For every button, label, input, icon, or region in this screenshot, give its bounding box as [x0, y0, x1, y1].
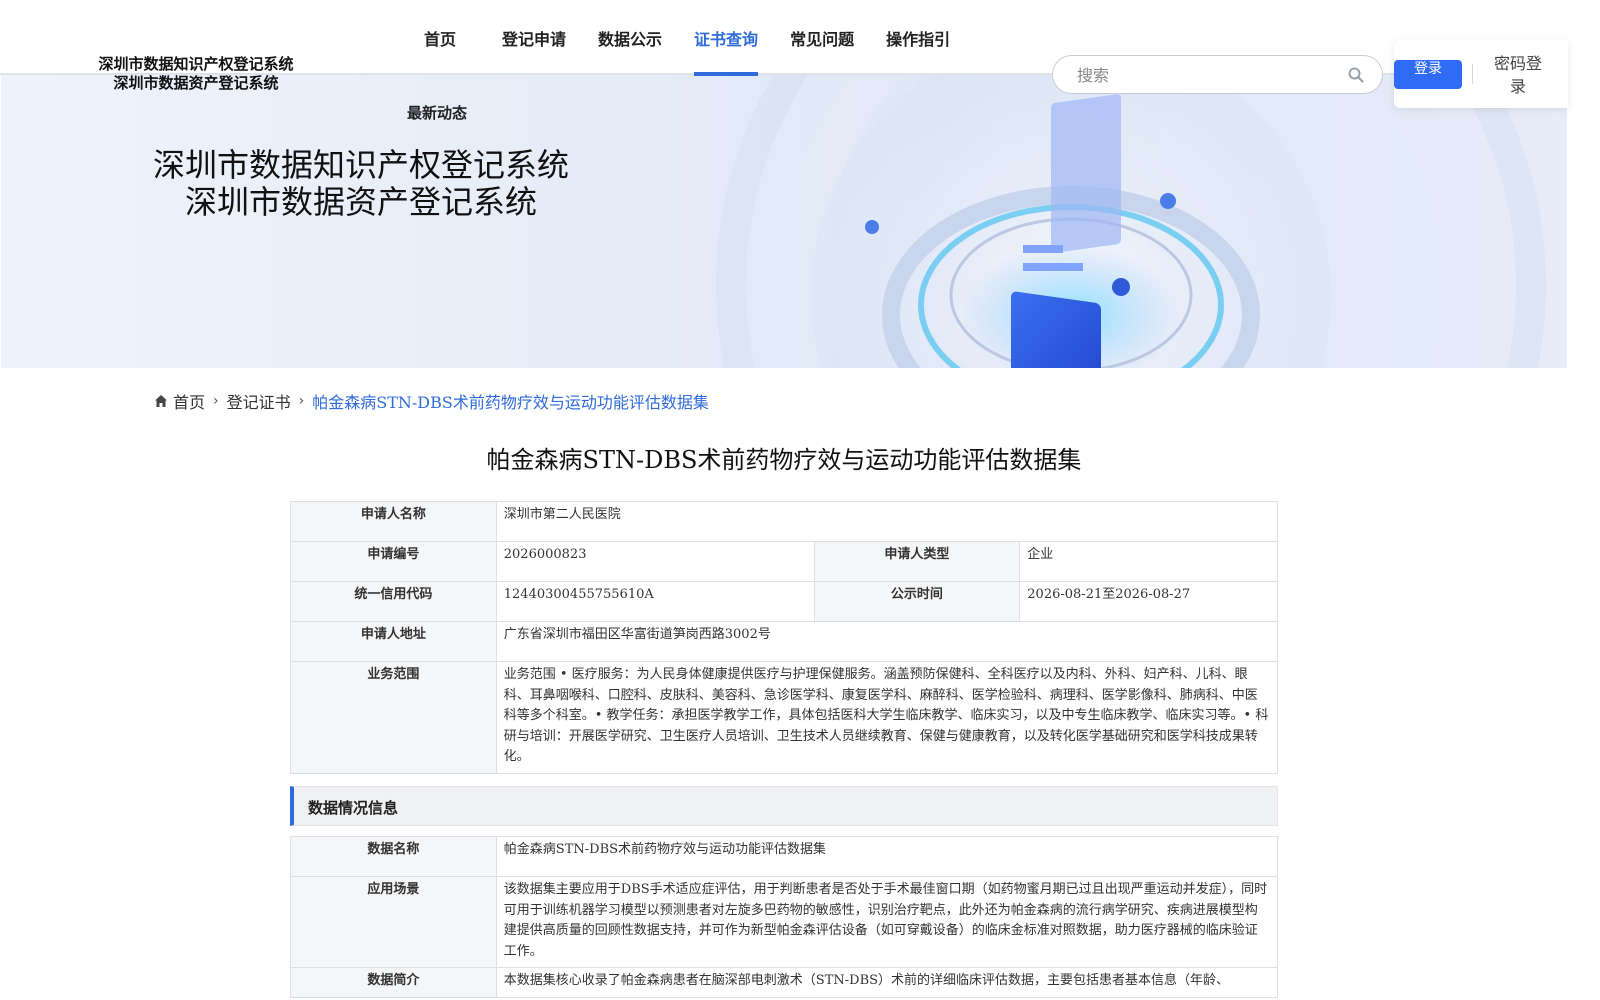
main-nav: 首页 登记申请 数据公示 证书查询 常见问题 操作指引	[404, 0, 966, 76]
data-intro-value: 本数据集核心收录了帕金森病患者在脑深部电刺激术（STN-DBS）术前的详细临床评…	[495, 967, 1279, 998]
login-panel: 登录 密码登录	[1394, 40, 1568, 108]
applicant-type-value: 企业	[1019, 541, 1278, 582]
applicant-address-value: 广东省深圳市福田区华富街道笋岗西路3002号	[495, 621, 1279, 662]
table-row: 数据简介 本数据集核心收录了帕金森病患者在脑深部电刺激术（STN-DBS）术前的…	[290, 967, 1279, 998]
site-logo[interactable]: 深圳市数据知识产权登记系统 深圳市数据资产登记系统	[86, 55, 306, 93]
table-row: 业务范围 业务范围 • 医疗服务：为人民身体健康提供医疗与护理保健服务。涵盖预防…	[290, 661, 1279, 774]
credit-code-value: 12440300455755610A	[495, 581, 815, 622]
table-row: 申请人名称 深圳市第二人民医院	[290, 501, 1279, 542]
nav-data-publicity[interactable]: 数据公示	[582, 0, 678, 75]
hero-title: 深圳市数据知识产权登记系统 深圳市数据资产登记系统	[121, 147, 601, 221]
data-info-table: 数据名称 帕金森病STN-DBS术前药物疗效与运动功能评估数据集 应用场景 该数…	[290, 836, 1279, 998]
page-title: 帕金森病STN-DBS术前药物疗效与运动功能评估数据集	[486, 446, 1082, 474]
breadcrumb-home[interactable]: 首页	[173, 389, 205, 413]
breadcrumb-certificates[interactable]: 登记证书	[227, 389, 291, 413]
table-row: 申请人地址 广东省深圳市福田区华富街道笋岗西路3002号	[290, 621, 1279, 662]
hero-banner: 最新动态 深圳市数据知识产权登记系统 深圳市数据资产登记系统	[1, 75, 1567, 368]
applicant-type-label: 申请人类型	[813, 541, 1021, 582]
applicant-address-label: 申请人地址	[290, 621, 497, 662]
breadcrumb: 首页 › 登记证书 › 帕金森病STN-DBS术前药物疗效与运动功能评估数据集	[154, 389, 709, 413]
nav-register-apply[interactable]: 登记申请	[486, 0, 582, 75]
table-row: 应用场景 该数据集主要应用于DBS手术适应症评估，用于判断患者是否处于手术最佳窗…	[290, 876, 1279, 968]
credit-code-label: 统一信用代码	[290, 581, 497, 622]
application-scenario-label: 应用场景	[290, 876, 497, 968]
nav-home[interactable]: 首页	[404, 0, 486, 75]
home-icon	[155, 395, 167, 407]
latest-news-label[interactable]: 最新动态	[407, 102, 467, 123]
nav-certificate-query[interactable]: 证书查询	[678, 0, 774, 76]
chevron-right-icon: ›	[213, 393, 219, 409]
hero-title-line-2: 深圳市数据资产登记系统	[184, 183, 537, 221]
hero-title-line-1: 深圳市数据知识产权登记系统	[152, 146, 569, 184]
table-row: 数据名称 帕金森病STN-DBS术前药物疗效与运动功能评估数据集	[290, 836, 1279, 877]
search-icon[interactable]	[1348, 67, 1364, 83]
logo-line-2: 深圳市数据资产登记系统	[113, 74, 279, 92]
applicant-name-label: 申请人名称	[290, 501, 497, 542]
search-box	[1052, 55, 1383, 94]
application-scenario-value: 该数据集主要应用于DBS手术适应症评估，用于判断患者是否处于手术最佳窗口期（如药…	[495, 876, 1279, 968]
nav-faq[interactable]: 常见问题	[774, 0, 870, 75]
data-name-label: 数据名称	[290, 836, 497, 877]
data-name-value: 帕金森病STN-DBS术前药物疗效与运动功能评估数据集	[495, 836, 1279, 877]
table-row: 申请编号 2026000823 申请人类型 企业	[290, 541, 1278, 582]
publish-time-value: 2026-08-21至2026-08-27	[1019, 581, 1278, 622]
section-title: 数据情况信息	[308, 799, 399, 817]
chevron-right-icon: ›	[298, 393, 305, 409]
search-input[interactable]	[1077, 64, 1337, 86]
data-info-section-header: 数据情况信息	[290, 786, 1278, 826]
publish-time-label: 公示时间	[813, 581, 1021, 622]
password-login-link[interactable]: 密码登录	[1494, 52, 1542, 98]
login-button[interactable]: 登录	[1394, 60, 1462, 89]
data-intro-label: 数据简介	[290, 967, 497, 998]
breadcrumb-current: 帕金森病STN-DBS术前药物疗效与运动功能评估数据集	[312, 393, 709, 412]
login-divider	[1472, 64, 1473, 84]
applicant-info-table: 申请人名称 深圳市第二人民医院 申请编号 2026000823 申请人类型 企业…	[290, 501, 1279, 774]
business-scope-value: 业务范围 • 医疗服务：为人民身体健康提供医疗与护理保健服务。涵盖预防保健科、全…	[495, 661, 1279, 774]
nav-guide[interactable]: 操作指引	[870, 0, 966, 75]
table-row: 统一信用代码 12440300455755610A 公示时间 2026-08-2…	[290, 581, 1278, 622]
business-scope-label: 业务范围	[290, 661, 497, 774]
applicant-name-value: 深圳市第二人民医院	[495, 501, 1279, 542]
application-number-label: 申请编号	[290, 541, 497, 582]
logo-line-1: 深圳市数据知识产权登记系统	[98, 55, 294, 73]
hero-illustration	[716, 75, 1546, 368]
application-number-value: 2026000823	[495, 541, 815, 582]
